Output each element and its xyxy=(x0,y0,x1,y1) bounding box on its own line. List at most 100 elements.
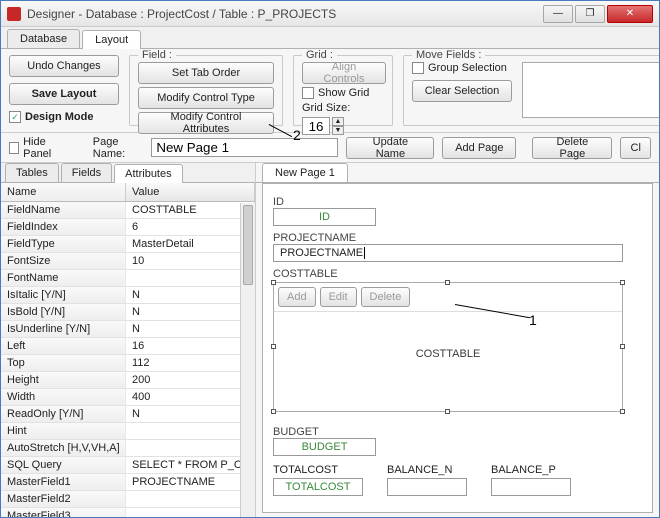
tab-fields[interactable]: Fields xyxy=(61,163,112,182)
table-row[interactable]: ReadOnly [Y/N]N xyxy=(1,406,255,423)
delete-page-button[interactable]: Delete Page xyxy=(532,137,612,159)
minimize-button[interactable]: — xyxy=(543,5,573,23)
modify-control-attributes-button[interactable]: Modify Control Attributes xyxy=(138,112,274,134)
attr-value[interactable]: N xyxy=(126,406,255,422)
table-row[interactable]: Hint xyxy=(1,423,255,440)
attr-value[interactable]: 6 xyxy=(126,219,255,235)
align-controls-button[interactable]: Align Controls xyxy=(302,62,386,84)
table-row[interactable]: AutoStretch [H,V,VH,A] xyxy=(1,440,255,457)
attr-value[interactable] xyxy=(126,508,255,518)
costtable-add-button[interactable]: Add xyxy=(278,287,316,307)
budget-field[interactable]: BUDGET xyxy=(273,438,376,456)
table-row[interactable]: FieldNameCOSTTABLE xyxy=(1,202,255,219)
cl-button[interactable]: Cl xyxy=(620,137,651,159)
tab-attributes[interactable]: Attributes xyxy=(114,164,182,183)
attr-value[interactable]: N xyxy=(126,304,255,320)
attr-value[interactable]: 16 xyxy=(126,338,255,354)
move-fields-label: Move Fields : xyxy=(412,49,485,61)
table-row[interactable]: IsBold [Y/N]N xyxy=(1,304,255,321)
table-row[interactable]: Left16 xyxy=(1,338,255,355)
grid-size-label: Grid Size: xyxy=(302,102,384,114)
save-layout-button[interactable]: Save Layout xyxy=(9,83,119,105)
tab-tables[interactable]: Tables xyxy=(5,163,59,182)
resize-handle[interactable] xyxy=(620,409,625,414)
balance-p-field[interactable] xyxy=(491,478,571,496)
attr-value[interactable]: 200 xyxy=(126,372,255,388)
spin-down-icon[interactable]: ▼ xyxy=(332,126,344,135)
table-row[interactable]: MasterField2 xyxy=(1,491,255,508)
scroll-thumb[interactable] xyxy=(243,205,253,285)
update-name-button[interactable]: Update Name xyxy=(346,137,434,159)
attr-value[interactable] xyxy=(126,491,255,507)
col-name[interactable]: Name xyxy=(1,183,126,201)
table-row[interactable]: IsItalic [Y/N]N xyxy=(1,287,255,304)
table-row[interactable]: Width400 xyxy=(1,389,255,406)
tab-database[interactable]: Database xyxy=(7,29,80,48)
costtable-control[interactable]: Add Edit Delete COSTTABLE xyxy=(273,282,623,412)
table-row[interactable]: IsUnderline [Y/N]N xyxy=(1,321,255,338)
costtable-delete-button[interactable]: Delete xyxy=(361,287,411,307)
maximize-button[interactable]: ❐ xyxy=(575,5,605,23)
balance-n-field[interactable] xyxy=(387,478,467,496)
set-tab-order-button[interactable]: Set Tab Order xyxy=(138,62,274,84)
attr-value[interactable]: COSTTABLE xyxy=(126,202,255,218)
resize-handle[interactable] xyxy=(271,344,276,349)
undo-changes-button[interactable]: Undo Changes xyxy=(9,55,119,77)
grid-size-input[interactable] xyxy=(302,117,330,135)
id-field[interactable]: ID xyxy=(273,208,376,226)
resize-handle[interactable] xyxy=(271,280,276,285)
attr-name: FieldIndex xyxy=(1,219,126,235)
table-row[interactable]: FontName xyxy=(1,270,255,287)
group-selection-checkbox[interactable]: Group Selection xyxy=(412,62,512,74)
table-row[interactable]: MasterField1PROJECTNAME xyxy=(1,474,255,491)
titlebar: Designer - Database : ProjectCost / Tabl… xyxy=(1,1,659,27)
table-row[interactable]: SQL QuerySELECT * FROM P_CO xyxy=(1,457,255,474)
attr-value[interactable] xyxy=(126,440,255,456)
field-group: Field : Set Tab Order Modify Control Typ… xyxy=(129,55,283,126)
table-row[interactable]: Height200 xyxy=(1,372,255,389)
resize-handle[interactable] xyxy=(445,409,450,414)
resize-handle[interactable] xyxy=(620,344,625,349)
checkbox-icon xyxy=(9,142,19,154)
attr-value[interactable]: N xyxy=(126,287,255,303)
table-row[interactable]: FontSize10 xyxy=(1,253,255,270)
canvas-tab[interactable]: New Page 1 xyxy=(262,163,348,182)
tab-layout[interactable]: Layout xyxy=(82,30,141,49)
design-canvas[interactable]: ID ID PROJECTNAME PROJECTNAME COSTTABLE … xyxy=(262,183,653,513)
resize-handle[interactable] xyxy=(271,409,276,414)
attr-value[interactable]: PROJECTNAME xyxy=(126,474,255,490)
attr-value[interactable]: SELECT * FROM P_CO xyxy=(126,457,255,473)
modify-control-type-button[interactable]: Modify Control Type xyxy=(138,87,274,109)
table-row[interactable]: MasterField3 xyxy=(1,508,255,518)
attr-value[interactable]: 112 xyxy=(126,355,255,371)
attr-value[interactable]: MasterDetail xyxy=(126,236,255,252)
move-fields-listbox[interactable] xyxy=(522,62,660,118)
attr-value[interactable]: N xyxy=(126,321,255,337)
spin-up-icon[interactable]: ▲ xyxy=(332,117,344,126)
totalcost-field[interactable]: TOTALCOST xyxy=(273,478,363,496)
attr-value[interactable]: 400 xyxy=(126,389,255,405)
close-button[interactable]: ✕ xyxy=(607,5,653,23)
balance-p-label: BALANCE_P xyxy=(491,464,571,476)
attr-value[interactable] xyxy=(126,270,255,286)
projectname-field[interactable]: PROJECTNAME xyxy=(273,244,623,262)
hide-panel-checkbox[interactable]: Hide Panel xyxy=(9,136,67,160)
attr-value[interactable]: 10 xyxy=(126,253,255,269)
design-mode-checkbox[interactable]: ✓ Design Mode xyxy=(9,111,119,123)
show-grid-checkbox[interactable]: Show Grid xyxy=(302,87,384,99)
costtable-edit-button[interactable]: Edit xyxy=(320,287,357,307)
grid-size-spinner[interactable]: ▲▼ xyxy=(302,117,384,135)
table-row[interactable]: FieldTypeMasterDetail xyxy=(1,236,255,253)
window-buttons: — ❐ ✕ xyxy=(543,5,653,23)
col-value[interactable]: Value xyxy=(126,183,255,201)
page-name-input[interactable] xyxy=(151,138,338,157)
attr-name: MasterField1 xyxy=(1,474,126,490)
add-page-button[interactable]: Add Page xyxy=(442,137,516,159)
table-row[interactable]: Top112 xyxy=(1,355,255,372)
attr-value[interactable] xyxy=(126,423,255,439)
clear-selection-button[interactable]: Clear Selection xyxy=(412,80,512,102)
resize-handle[interactable] xyxy=(620,280,625,285)
table-row[interactable]: FieldIndex6 xyxy=(1,219,255,236)
scrollbar[interactable] xyxy=(240,203,255,518)
resize-handle[interactable] xyxy=(445,280,450,285)
